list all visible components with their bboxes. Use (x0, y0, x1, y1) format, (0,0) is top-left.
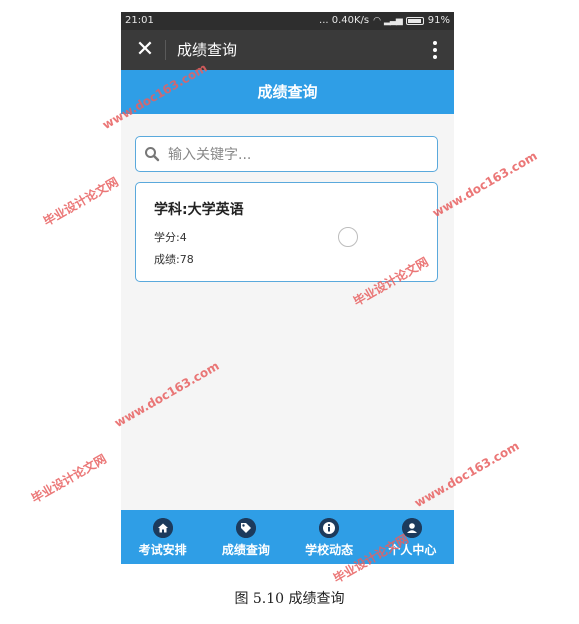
grade-card[interactable]: 学科:大学英语 学分:4 成绩:78 (135, 182, 438, 282)
title-divider (165, 40, 166, 60)
wifi-icon: ◠ (373, 16, 381, 26)
home-icon (152, 518, 173, 538)
status-time: 21:01 (125, 15, 154, 26)
watermark-name: 毕业设计论文网 (29, 451, 109, 506)
nav-label: 成绩查询 (221, 543, 270, 557)
search-input[interactable] (166, 141, 432, 169)
course-credit: 学分:4 (154, 231, 187, 244)
title-bar: ✕ 成绩查询 (121, 30, 454, 70)
status-bar: 21:01 ... 0.40K/s ◠ ▂▃▅ 91% (121, 12, 454, 30)
nav-label: 考试安排 (138, 543, 187, 557)
info-icon (319, 518, 340, 538)
select-radio[interactable] (338, 227, 358, 247)
nav-item-exam-schedule[interactable]: 考试安排 (121, 510, 204, 564)
search-box[interactable] (135, 136, 438, 172)
search-icon (145, 147, 160, 162)
more-vertical-icon[interactable] (430, 39, 440, 61)
battery-icon (405, 17, 424, 25)
signal-icon: ▂▃▅ (384, 16, 403, 26)
figure-caption: 图 5.10 成绩查询 (234, 591, 345, 607)
course-score: 成绩:78 (154, 253, 194, 266)
course-title: 学科:大学英语 (154, 202, 244, 218)
tag-icon (235, 518, 256, 538)
watermark-name: 毕业设计论文网 (41, 174, 121, 229)
battery-level: 91% (427, 15, 450, 26)
window-title: 成绩查询 (177, 41, 238, 59)
nav-item-grade-query[interactable]: 成绩查询 (204, 510, 287, 564)
page: 21:01 ... 0.40K/s ◠ ▂▃▅ 91% ✕ 成绩查询 成绩查询 (0, 0, 579, 624)
status-right: ... 0.40K/s ◠ ▂▃▅ 91% (319, 12, 450, 30)
network-speed: ... 0.40K/s (319, 15, 370, 26)
close-icon[interactable]: ✕ (133, 38, 157, 62)
